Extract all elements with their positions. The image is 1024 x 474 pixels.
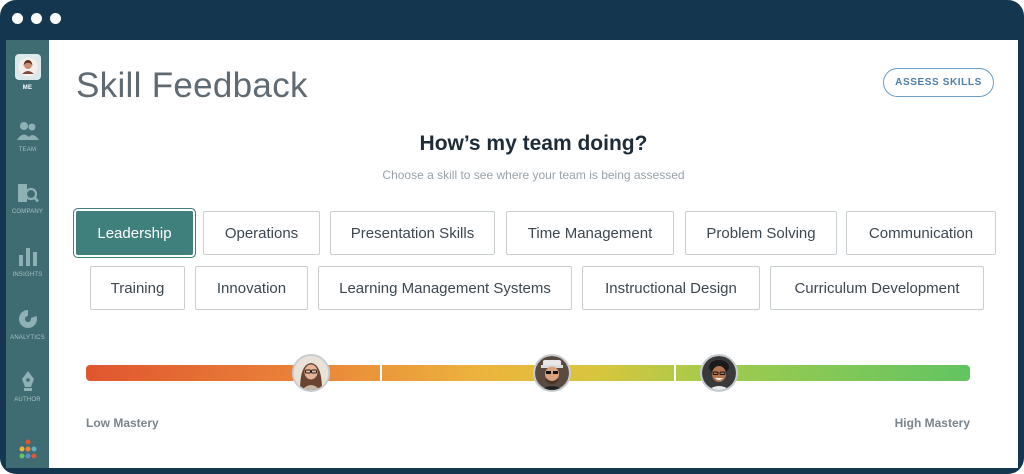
team-member-avatar[interactable] — [532, 354, 571, 392]
skill-chip-presentation-skills[interactable]: Presentation Skills — [330, 211, 495, 255]
skill-chip-learning-management-systems[interactable]: Learning Management Systems — [318, 266, 572, 310]
mastery-scale-bar — [86, 365, 970, 381]
skill-chip-operations[interactable]: Operations — [203, 211, 320, 255]
sidebar-item-analytics[interactable]: ANALYTICS — [6, 308, 49, 341]
window-dot-icon[interactable] — [12, 13, 23, 24]
sidebar-item-author[interactable]: AUTHOR — [6, 370, 49, 403]
assess-skills-button[interactable]: ASSESS SKILLS — [883, 68, 994, 97]
page-title: Skill Feedback — [76, 66, 308, 105]
sidebar-item-me[interactable]: ME — [6, 54, 49, 91]
pie-chart-icon — [18, 310, 37, 328]
skill-chip-time-management[interactable]: Time Management — [506, 211, 674, 255]
high-mastery-label: High Mastery — [894, 416, 970, 430]
skill-chip-communication[interactable]: Communication — [846, 211, 996, 255]
skill-chip-curriculum-development[interactable]: Curriculum Development — [770, 266, 984, 310]
window-controls — [12, 13, 61, 24]
sidebar: ME TEAM COMPANY INSIGHTS ANALYTICS AUTHO… — [6, 40, 49, 468]
team-subtitle: Choose a skill to see where your team is… — [382, 168, 685, 182]
scale-divider — [674, 365, 676, 381]
low-mastery-label: Low Mastery — [86, 416, 159, 430]
main-content: Skill Feedback ASSESS SKILLS How’s my te… — [49, 40, 1018, 468]
skill-chip-innovation[interactable]: Innovation — [195, 266, 308, 310]
bar-chart-icon — [18, 248, 37, 266]
team-member-avatar[interactable] — [699, 354, 738, 392]
team-headline: How’s my team doing? — [419, 132, 648, 155]
user-avatar — [14, 54, 41, 80]
app-grid-icon[interactable] — [17, 438, 39, 460]
skill-chip-training[interactable]: Training — [90, 266, 185, 310]
company-search-icon — [17, 184, 39, 203]
team-icon — [16, 122, 39, 140]
sidebar-item-insights[interactable]: INSIGHTS — [6, 245, 49, 278]
skill-chip-leadership[interactable]: Leadership — [76, 211, 193, 255]
scale-divider — [380, 365, 382, 381]
sidebar-item-team[interactable]: TEAM — [6, 120, 49, 153]
pen-icon — [21, 371, 34, 391]
browser-frame: ME TEAM COMPANY INSIGHTS ANALYTICS AUTHO… — [0, 0, 1024, 474]
team-member-avatar[interactable] — [292, 354, 331, 392]
window-dot-icon[interactable] — [31, 13, 42, 24]
skill-chip-problem-solving[interactable]: Problem Solving — [685, 211, 837, 255]
sidebar-item-company[interactable]: COMPANY — [6, 182, 49, 215]
window-dot-icon[interactable] — [50, 13, 61, 24]
skill-chip-instructional-design[interactable]: Instructional Design — [582, 266, 760, 310]
